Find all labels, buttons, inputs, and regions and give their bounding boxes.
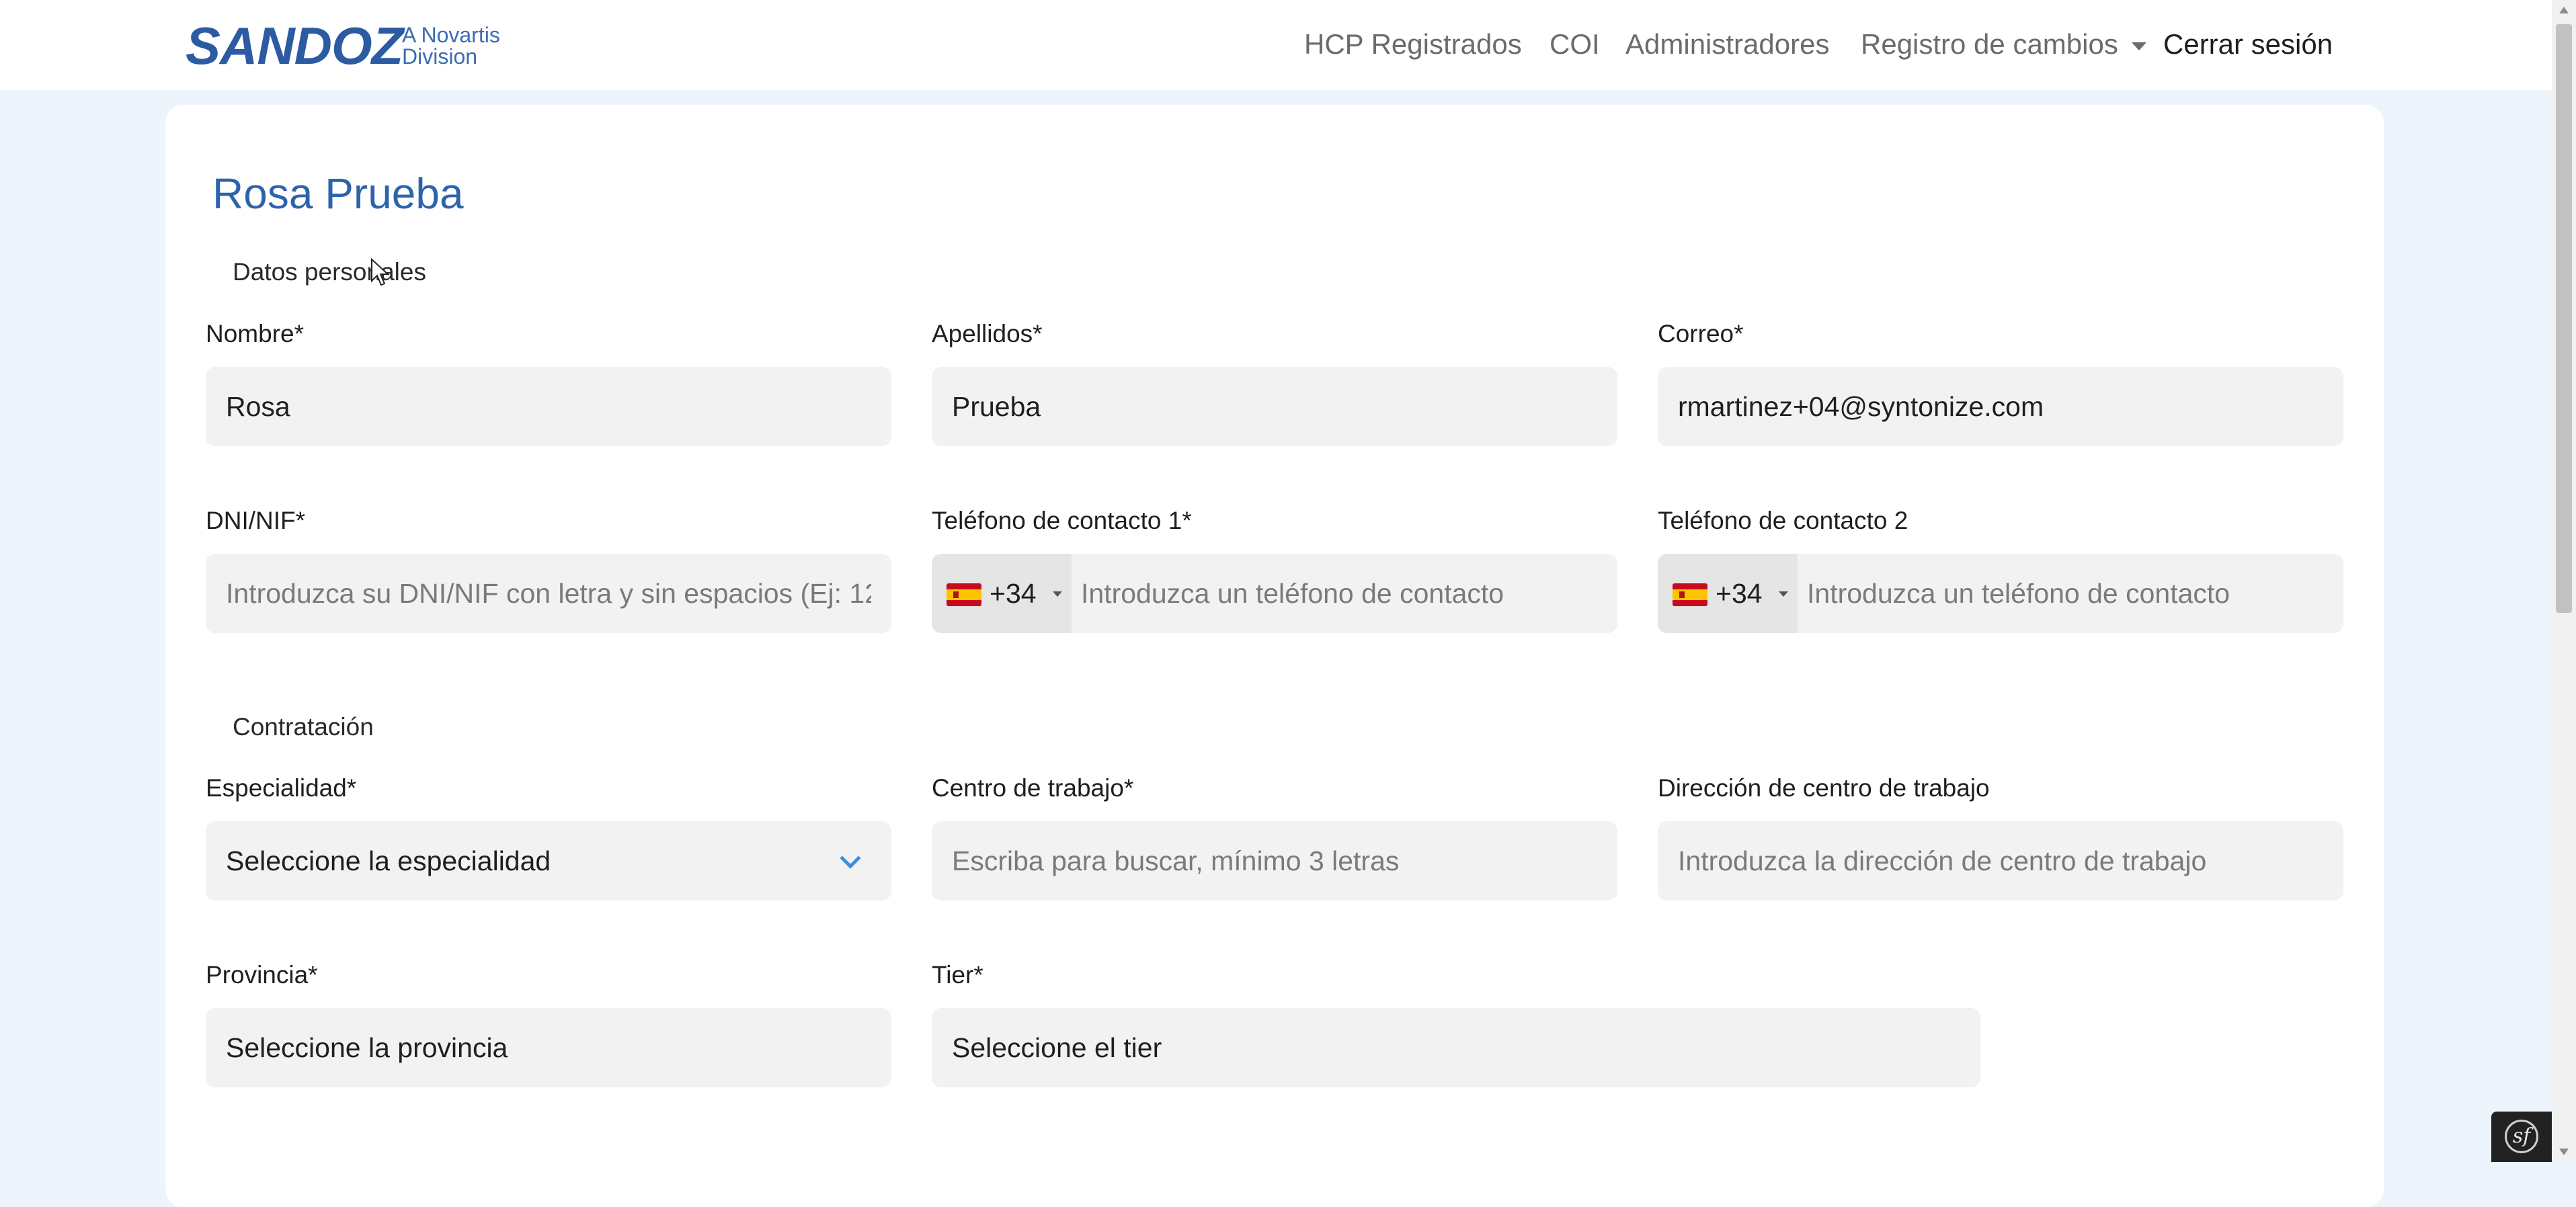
page-scrollbar[interactable] xyxy=(2552,0,2576,1162)
logo-subtitle-line2: Division xyxy=(402,44,478,69)
country-code-selector-1[interactable]: +34 xyxy=(932,554,1072,633)
nav-hcp-registrados[interactable]: HCP Registrados xyxy=(1304,24,1522,65)
label-dni: DNI/NIF* xyxy=(206,507,305,534)
scroll-up-icon[interactable] xyxy=(2559,7,2569,13)
caret-down-icon xyxy=(1053,591,1062,597)
country-code-selector-2[interactable]: +34 xyxy=(1658,554,1798,633)
logo-subtitle: A Novartis Division xyxy=(402,24,536,67)
dial-code-1: +34 xyxy=(990,578,1037,609)
label-telefono-2: Teléfono de contacto 2 xyxy=(1658,507,1908,534)
label-tier: Tier* xyxy=(932,961,983,989)
dni-input[interactable] xyxy=(206,554,891,633)
spain-flag-icon xyxy=(947,583,981,606)
label-telefono-1: Teléfono de contacto 1* xyxy=(932,507,1192,534)
scroll-thumb[interactable] xyxy=(2556,24,2572,613)
label-direccion-centro: Dirección de centro de trabajo xyxy=(1658,774,1990,802)
telefono-1-field: +34 xyxy=(932,554,1617,633)
nav-cerrar-sesion[interactable]: Cerrar sesión xyxy=(2163,24,2333,65)
especialidad-select[interactable]: Seleccione la especialidad xyxy=(206,821,891,901)
dial-code-2: +34 xyxy=(1716,578,1763,609)
caret-down-icon xyxy=(1779,591,1788,597)
section-contratacion: Contratación xyxy=(233,713,374,741)
nav-administradores[interactable]: Administradores xyxy=(1625,24,1829,65)
provincia-select[interactable]: Seleccione la provincia xyxy=(206,1008,891,1087)
mouse-cursor-icon xyxy=(371,258,390,286)
symfony-icon: sf xyxy=(2505,1120,2538,1153)
tier-selected: Seleccione el tier xyxy=(952,1032,1162,1063)
spain-flag-icon xyxy=(1673,583,1707,606)
label-apellidos: Apellidos* xyxy=(932,320,1043,347)
logo-wordmark: SANDOZ xyxy=(186,16,403,75)
symfony-toolbar-toggle[interactable]: sf xyxy=(2491,1112,2552,1162)
label-centro-trabajo: Centro de trabajo* xyxy=(932,774,1134,802)
nav-coi[interactable]: COI xyxy=(1549,24,1600,65)
top-navbar: SANDOZ A Novartis Division HCP Registrad… xyxy=(0,0,2552,90)
nombre-input[interactable] xyxy=(206,367,891,446)
caret-down-icon xyxy=(2131,42,2146,50)
scroll-down-icon[interactable] xyxy=(2559,1149,2569,1155)
nav-registro-label: Registro de cambios xyxy=(1861,28,2118,60)
apellidos-input[interactable] xyxy=(932,367,1617,446)
label-provincia: Provincia* xyxy=(206,961,318,989)
label-correo: Correo* xyxy=(1658,320,1744,347)
logo-subtitle-line1: A Novartis xyxy=(402,23,500,47)
nav-registro-de-cambios[interactable]: Registro de cambios xyxy=(1861,24,2146,65)
label-nombre: Nombre* xyxy=(206,320,304,347)
centro-trabajo-input[interactable] xyxy=(932,821,1617,901)
tier-select[interactable]: Seleccione el tier xyxy=(932,1008,1980,1087)
especialidad-selected: Seleccione la especialidad xyxy=(226,845,551,876)
correo-input[interactable] xyxy=(1658,367,2343,446)
telefono-1-input[interactable] xyxy=(1072,554,1617,633)
telefono-2-input[interactable] xyxy=(1798,554,2343,633)
telefono-2-field: +34 xyxy=(1658,554,2343,633)
direccion-centro-input[interactable] xyxy=(1658,821,2343,901)
section-datos-personales: Datos personales xyxy=(233,258,426,286)
label-especialidad: Especialidad* xyxy=(206,774,357,802)
provincia-selected: Seleccione la provincia xyxy=(226,1032,508,1063)
page-title: Rosa Prueba xyxy=(212,169,464,218)
